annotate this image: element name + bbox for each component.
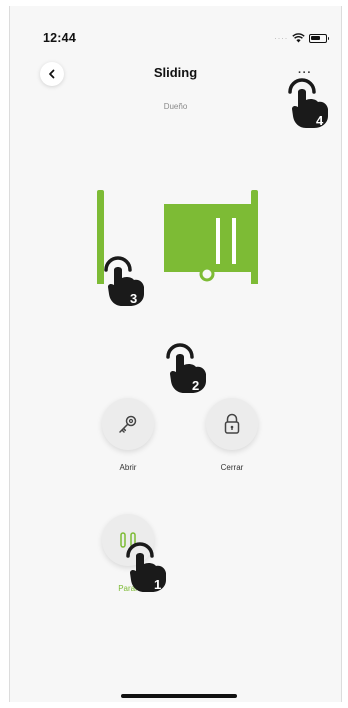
gate-right-post: [251, 190, 258, 284]
callout-number: 4: [316, 113, 324, 128]
open-button[interactable]: [102, 398, 154, 450]
phone-screen: 12:44 ···· Sliding Dueño ··· Abrir Cerra…: [9, 6, 342, 702]
callout-hand-1-icon: 1: [126, 542, 166, 592]
callout-number: 2: [192, 378, 199, 393]
status-time: 12:44: [43, 31, 76, 45]
wifi-icon: [292, 33, 305, 43]
gate-wheel: [199, 266, 215, 282]
home-indicator[interactable]: [121, 694, 237, 698]
battery-icon: [309, 33, 329, 43]
close-button[interactable]: [206, 398, 258, 450]
open-label: Abrir: [119, 463, 137, 472]
status-bar: 12:44 ····: [10, 6, 341, 46]
callout-hand-2-icon: 2: [166, 343, 206, 393]
gate-panel: [164, 204, 256, 272]
close-label: Cerrar: [220, 463, 244, 472]
status-icons: ····: [274, 32, 329, 44]
callout-hand-3-icon: 3: [104, 256, 144, 306]
callout-hand-4-icon: 4: [288, 78, 328, 128]
callout-number: 3: [130, 291, 137, 306]
callout-number: 1: [154, 577, 161, 592]
signal-dots-icon: ····: [274, 32, 288, 43]
key-icon: [119, 415, 137, 433]
lock-icon: [224, 413, 240, 434]
